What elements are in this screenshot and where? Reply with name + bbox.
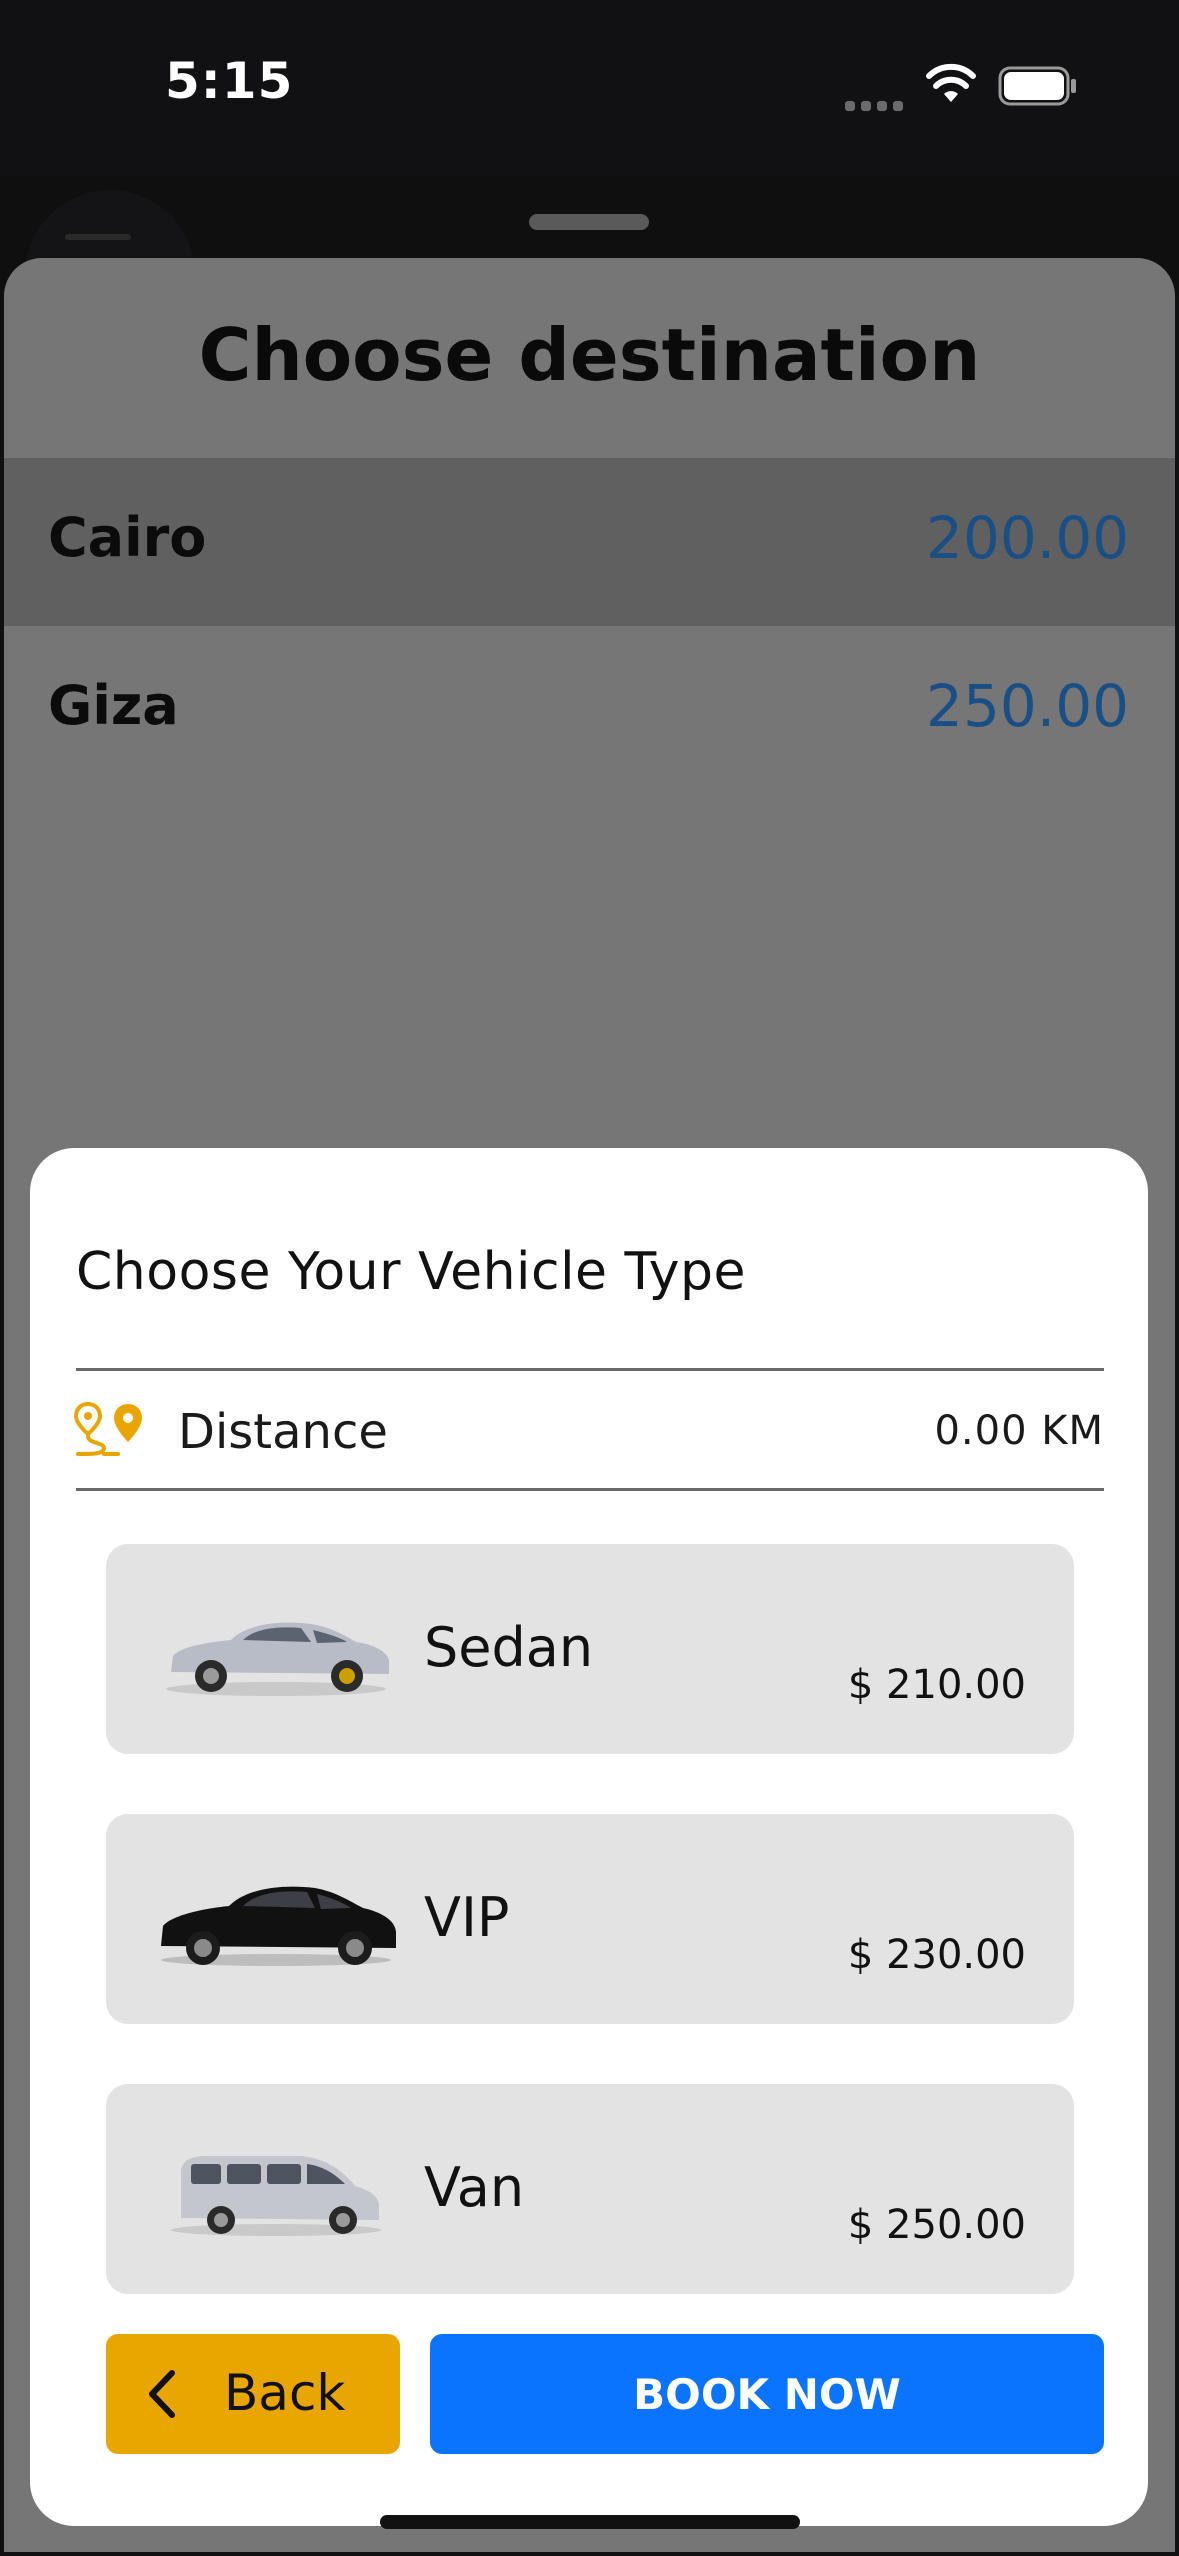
vehicle-price: $ 250.00 [847,2202,1026,2248]
silver-van-image [171,2156,381,2236]
back-button-label: Back [224,2364,346,2422]
vehicle-type-dialog: Choose Your Vehicle Type Distance 0.00 K… [30,1148,1148,2526]
black-vip-car-image [161,1886,396,1966]
divider-bottom [76,1488,1104,1491]
back-button[interactable]: Back [106,2334,400,2454]
status-time: 5:15 [165,52,294,110]
cellular-signal-icon [845,96,909,115]
destination-row-cairo[interactable]: Cairo 200.00 [4,458,1175,626]
distance-value: 0.00 KM [934,1408,1104,1454]
status-bar: 5:15 [0,0,1179,175]
vehicle-name: Van [424,2156,525,2219]
destination-name: Cairo [48,506,207,569]
vehicle-name: VIP [424,1886,510,1949]
menu-icon [65,234,131,240]
home-indicator [380,2515,800,2529]
wifi-icon [926,63,976,102]
book-now-button[interactable]: BOOK NOW [430,2334,1104,2454]
sheet-grabber-handle[interactable] [529,214,649,230]
vehicle-card-vip[interactable]: VIP $ 230.00 [106,1814,1074,2024]
vehicle-price: $ 230.00 [847,1932,1026,1978]
vehicle-price: $ 210.00 [847,1662,1026,1708]
divider-top [76,1368,1104,1371]
chevron-left-icon [149,2370,175,2418]
distance-label: Distance [178,1404,388,1460]
dialog-title: Choose Your Vehicle Type [76,1242,746,1302]
destination-price: 250.00 [926,672,1129,740]
battery-icon [998,66,1076,106]
destination-price: 200.00 [926,504,1129,572]
vehicle-card-van[interactable]: Van $ 250.00 [106,2084,1074,2294]
destination-row-giza[interactable]: Giza 250.00 [4,626,1175,794]
destination-name: Giza [48,674,179,737]
vehicle-name: Sedan [424,1616,594,1679]
route-pins-icon [74,1402,142,1456]
destination-sheet-title: Choose destination [198,313,981,397]
silver-sedan-image [166,1622,389,1696]
vehicle-card-sedan[interactable]: Sedan $ 210.00 [106,1544,1074,1754]
